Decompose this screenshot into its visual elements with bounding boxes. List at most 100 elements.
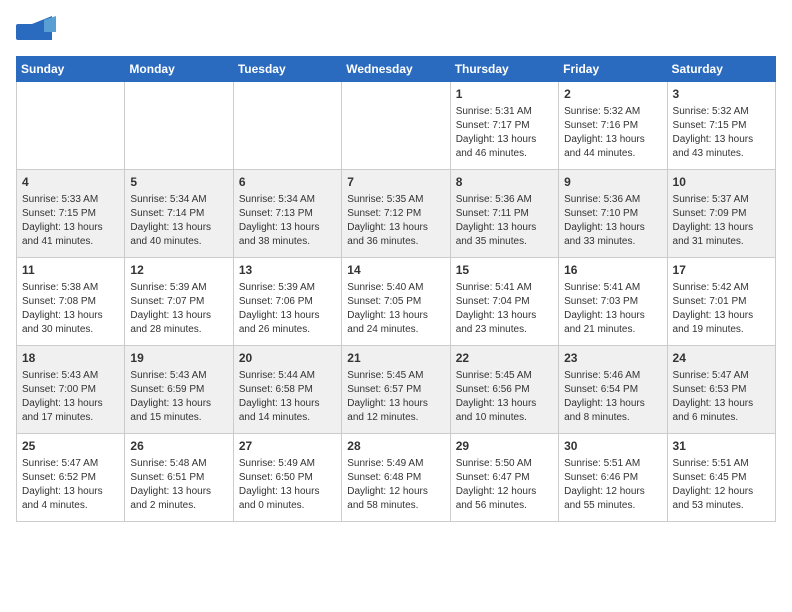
- day-info: and 30 minutes.: [22, 323, 119, 337]
- calendar-cell: 24Sunrise: 5:47 AMSunset: 6:53 PMDayligh…: [667, 346, 775, 434]
- calendar-cell: 23Sunrise: 5:46 AMSunset: 6:54 PMDayligh…: [559, 346, 667, 434]
- calendar-cell: 19Sunrise: 5:43 AMSunset: 6:59 PMDayligh…: [125, 346, 233, 434]
- calendar-week-row: 25Sunrise: 5:47 AMSunset: 6:52 PMDayligh…: [17, 434, 776, 522]
- calendar-cell: 6Sunrise: 5:34 AMSunset: 7:13 PMDaylight…: [233, 170, 341, 258]
- day-info: Sunset: 7:10 PM: [564, 207, 661, 221]
- day-info: and 10 minutes.: [456, 411, 553, 425]
- calendar-cell: 31Sunrise: 5:51 AMSunset: 6:45 PMDayligh…: [667, 434, 775, 522]
- day-info: Sunset: 6:56 PM: [456, 383, 553, 397]
- day-info: Sunrise: 5:36 AM: [456, 193, 553, 207]
- day-info: Sunset: 7:06 PM: [239, 295, 336, 309]
- day-info: and 40 minutes.: [130, 235, 227, 249]
- day-info: Sunrise: 5:35 AM: [347, 193, 444, 207]
- day-number: 14: [347, 262, 444, 279]
- day-info: Daylight: 13 hours: [673, 397, 770, 411]
- day-info: Daylight: 13 hours: [22, 221, 119, 235]
- weekday-header: Tuesday: [233, 57, 341, 82]
- weekday-header: Thursday: [450, 57, 558, 82]
- calendar-cell: 17Sunrise: 5:42 AMSunset: 7:01 PMDayligh…: [667, 258, 775, 346]
- day-info: Sunset: 6:58 PM: [239, 383, 336, 397]
- day-info: Sunrise: 5:41 AM: [564, 281, 661, 295]
- day-info: Daylight: 13 hours: [347, 309, 444, 323]
- calendar-cell: 21Sunrise: 5:45 AMSunset: 6:57 PMDayligh…: [342, 346, 450, 434]
- day-info: Daylight: 13 hours: [130, 485, 227, 499]
- day-info: and 26 minutes.: [239, 323, 336, 337]
- day-info: Sunrise: 5:50 AM: [456, 457, 553, 471]
- day-info: Daylight: 13 hours: [347, 397, 444, 411]
- day-info: and 23 minutes.: [456, 323, 553, 337]
- calendar-week-row: 11Sunrise: 5:38 AMSunset: 7:08 PMDayligh…: [17, 258, 776, 346]
- day-info: Sunrise: 5:49 AM: [347, 457, 444, 471]
- day-number: 29: [456, 438, 553, 455]
- calendar-cell: 16Sunrise: 5:41 AMSunset: 7:03 PMDayligh…: [559, 258, 667, 346]
- calendar-cell: 8Sunrise: 5:36 AMSunset: 7:11 PMDaylight…: [450, 170, 558, 258]
- day-info: Daylight: 12 hours: [564, 485, 661, 499]
- day-info: and 0 minutes.: [239, 499, 336, 513]
- calendar-cell: [17, 82, 125, 170]
- calendar-cell: 15Sunrise: 5:41 AMSunset: 7:04 PMDayligh…: [450, 258, 558, 346]
- day-info: and 44 minutes.: [564, 147, 661, 161]
- day-number: 9: [564, 174, 661, 191]
- day-info: Sunrise: 5:34 AM: [239, 193, 336, 207]
- calendar-cell: 11Sunrise: 5:38 AMSunset: 7:08 PMDayligh…: [17, 258, 125, 346]
- calendar-week-row: 18Sunrise: 5:43 AMSunset: 7:00 PMDayligh…: [17, 346, 776, 434]
- day-number: 12: [130, 262, 227, 279]
- calendar-cell: 9Sunrise: 5:36 AMSunset: 7:10 PMDaylight…: [559, 170, 667, 258]
- day-number: 16: [564, 262, 661, 279]
- day-info: Sunrise: 5:33 AM: [22, 193, 119, 207]
- day-number: 31: [673, 438, 770, 455]
- day-info: Daylight: 13 hours: [673, 309, 770, 323]
- day-info: and 33 minutes.: [564, 235, 661, 249]
- day-number: 5: [130, 174, 227, 191]
- day-info: Sunset: 6:57 PM: [347, 383, 444, 397]
- day-number: 6: [239, 174, 336, 191]
- day-info: and 55 minutes.: [564, 499, 661, 513]
- weekday-header: Friday: [559, 57, 667, 82]
- day-info: Sunrise: 5:40 AM: [347, 281, 444, 295]
- day-info: and 21 minutes.: [564, 323, 661, 337]
- day-info: and 14 minutes.: [239, 411, 336, 425]
- day-info: Sunset: 7:00 PM: [22, 383, 119, 397]
- day-number: 20: [239, 350, 336, 367]
- weekday-header: Sunday: [17, 57, 125, 82]
- day-number: 7: [347, 174, 444, 191]
- day-info: Sunrise: 5:32 AM: [673, 105, 770, 119]
- calendar-cell: [342, 82, 450, 170]
- calendar-cell: 25Sunrise: 5:47 AMSunset: 6:52 PMDayligh…: [17, 434, 125, 522]
- day-number: 11: [22, 262, 119, 279]
- calendar-cell: [125, 82, 233, 170]
- day-number: 18: [22, 350, 119, 367]
- day-info: and 24 minutes.: [347, 323, 444, 337]
- day-info: Sunrise: 5:48 AM: [130, 457, 227, 471]
- calendar-cell: 12Sunrise: 5:39 AMSunset: 7:07 PMDayligh…: [125, 258, 233, 346]
- day-info: Sunrise: 5:37 AM: [673, 193, 770, 207]
- day-number: 2: [564, 86, 661, 103]
- day-info: Daylight: 12 hours: [456, 485, 553, 499]
- day-info: Sunrise: 5:41 AM: [456, 281, 553, 295]
- day-info: Sunset: 7:01 PM: [673, 295, 770, 309]
- day-info: Daylight: 13 hours: [130, 397, 227, 411]
- day-number: 3: [673, 86, 770, 103]
- day-info: Daylight: 13 hours: [130, 221, 227, 235]
- page-header: [16, 16, 776, 48]
- calendar-cell: 1Sunrise: 5:31 AMSunset: 7:17 PMDaylight…: [450, 82, 558, 170]
- day-info: Sunset: 6:54 PM: [564, 383, 661, 397]
- day-info: Daylight: 13 hours: [564, 133, 661, 147]
- day-number: 28: [347, 438, 444, 455]
- day-info: Daylight: 13 hours: [239, 397, 336, 411]
- day-info: Sunset: 7:03 PM: [564, 295, 661, 309]
- day-number: 25: [22, 438, 119, 455]
- day-info: Daylight: 13 hours: [22, 309, 119, 323]
- calendar-cell: 20Sunrise: 5:44 AMSunset: 6:58 PMDayligh…: [233, 346, 341, 434]
- day-info: and 2 minutes.: [130, 499, 227, 513]
- day-info: Sunset: 6:45 PM: [673, 471, 770, 485]
- day-info: Sunrise: 5:32 AM: [564, 105, 661, 119]
- day-info: and 46 minutes.: [456, 147, 553, 161]
- day-info: Daylight: 13 hours: [564, 221, 661, 235]
- day-info: Sunrise: 5:45 AM: [347, 369, 444, 383]
- day-info: Sunset: 7:15 PM: [673, 119, 770, 133]
- day-info: Sunrise: 5:45 AM: [456, 369, 553, 383]
- day-info: Sunset: 6:51 PM: [130, 471, 227, 485]
- day-info: Sunset: 7:07 PM: [130, 295, 227, 309]
- day-info: Daylight: 13 hours: [22, 397, 119, 411]
